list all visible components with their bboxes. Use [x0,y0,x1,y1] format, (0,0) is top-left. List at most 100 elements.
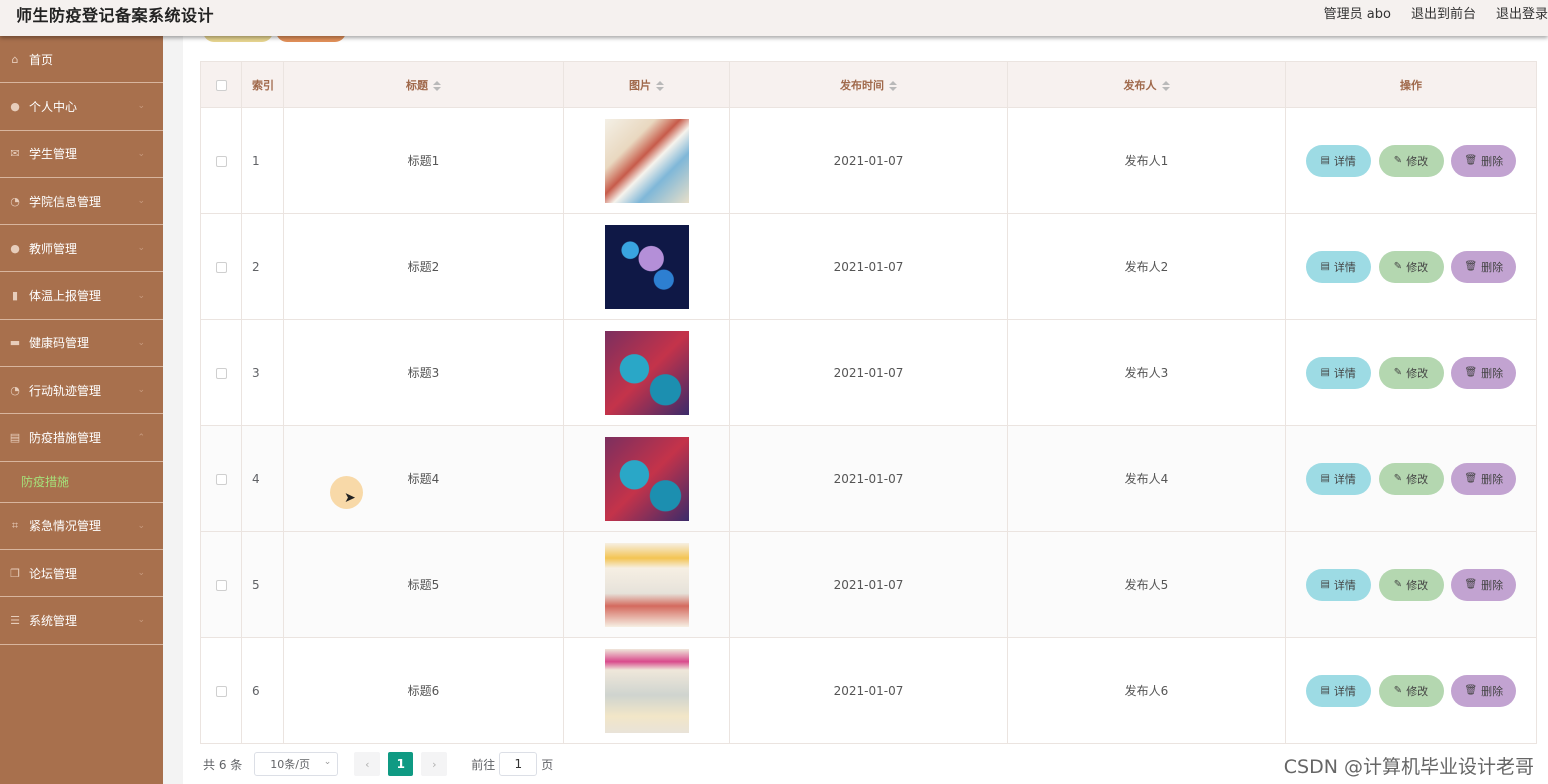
pencil-icon: ✎ [1393,473,1403,484]
sidebar-item-forum[interactable]: ❐ 论坛管理 ⌄ [0,550,163,598]
sidebar-subitem-prevention-measures[interactable]: 防疫措施 [0,462,163,503]
document-icon: ▤ [1320,685,1330,696]
sort-icon[interactable] [1161,80,1170,91]
sidebar-item-home[interactable]: ⌂ 首页 [0,36,163,84]
sort-icon[interactable] [433,80,441,91]
col-title[interactable]: 标题 [283,61,564,108]
row-title: 标题5 [283,531,564,638]
row-title: 标题6 [283,637,564,744]
to-front-link[interactable]: 退出到前台 [1411,3,1476,22]
edit-button[interactable]: ✎ 修改 [1378,674,1444,707]
row-publish-time: 2021-01-07 [729,637,1008,744]
sidebar-item-personal-center[interactable]: ● 个人中心 ⌄ [0,83,163,131]
sidebar-item-college[interactable]: ◔ 学院信息管理 ⌄ [0,178,163,226]
edit-button[interactable]: ✎ 修改 [1378,568,1444,601]
sidebar-item-label: 教师管理 [29,241,78,256]
chevron-right-icon: › [432,757,437,771]
list-icon: ☰ [10,613,20,627]
admin-label: 管理员 abo [1323,7,1391,22]
row-publisher: 发布人6 [1007,637,1286,744]
row-image[interactable] [604,224,689,309]
document-icon: ▤ [1320,473,1330,484]
data-table: 索引 标题 图片 发布时间 发布人 操作 1 标题1 2021-01-07 发布… [200,61,1537,744]
delete-button[interactable]: 🗑 删除 [1451,462,1517,495]
sidebar-item-teacher[interactable]: ● 教师管理 ⌄ [0,225,163,273]
delete-button[interactable]: 🗑 删除 [1451,356,1517,389]
clock-icon: ◔ [10,383,20,397]
detail-button[interactable]: ▤ 详情 [1305,144,1371,177]
row-image[interactable] [604,330,689,415]
chevron-down-icon: ⌄ [137,243,145,254]
row-checkbox[interactable] [215,367,227,379]
trash-icon: 🗑 [1464,579,1478,590]
home-icon: ⌂ [11,52,19,66]
detail-button[interactable]: ▤ 详情 [1305,674,1371,707]
page-size-select[interactable]: 10条/页 ⌄ [254,752,339,776]
row-title: 标题4 [283,425,564,532]
table-row: 3 标题3 2021-01-07 发布人3 ▤ 详情 ✎ 修改 🗑 删除 [200,319,1537,426]
detail-button[interactable]: ▤ 详情 [1305,250,1371,283]
sidebar-item-label: 系统管理 [29,613,78,628]
logout-link[interactable]: 退出登录 [1496,3,1548,22]
row-image[interactable] [604,648,689,733]
detail-button[interactable]: ▤ 详情 [1305,356,1371,389]
select-all-checkbox[interactable] [215,79,227,91]
row-checkbox[interactable] [215,473,227,485]
header-actions: 管理员 abo 退出到前台 退出登录 [1324,3,1548,22]
sidebar-item-trajectory[interactable]: ◔ 行动轨迹管理 ⌄ [0,367,163,415]
sidebar-item-temperature[interactable]: ▮ 体温上报管理 ⌄ [0,272,163,320]
chevron-down-icon: ⌄ [137,148,145,159]
sidebar-item-health-code[interactable]: ▬ 健康码管理 ⌄ [0,320,163,368]
edit-button[interactable]: ✎ 修改 [1378,462,1444,495]
document-icon: ▤ [1320,155,1330,166]
prev-page-button[interactable]: ‹ [354,752,381,776]
row-image[interactable] [604,436,689,521]
edit-button[interactable]: ✎ 修改 [1378,356,1444,389]
delete-button[interactable]: 🗑 删除 [1451,674,1517,707]
row-index: 3 [241,319,284,426]
chevron-left-icon: ‹ [365,757,370,771]
document-icon: ▤ [1320,367,1330,378]
next-page-button[interactable]: › [421,752,448,776]
pencil-icon: ✎ [1393,261,1403,272]
row-checkbox[interactable] [215,579,227,591]
delete-button[interactable]: 🗑 删除 [1451,144,1517,177]
edit-button[interactable]: ✎ 修改 [1378,144,1444,177]
row-checkbox[interactable] [215,155,227,167]
sort-icon[interactable] [656,80,664,91]
col-image[interactable]: 图片 [563,61,730,108]
row-index: 2 [241,213,284,320]
detail-button[interactable]: ▤ 详情 [1305,568,1371,601]
edit-button[interactable]: ✎ 修改 [1378,250,1444,283]
detail-button[interactable]: ▤ 详情 [1305,462,1371,495]
col-publish-time[interactable]: 发布时间 [729,61,1008,108]
document-icon: ▤ [1320,261,1330,272]
sidebar-item-label: 防疫措施管理 [29,431,102,446]
delete-button[interactable]: 🗑 删除 [1451,250,1517,283]
sidebar-item-label: 体温上报管理 [29,289,102,304]
col-publisher[interactable]: 发布人 [1007,61,1286,108]
sidebar-item-system[interactable]: ☰ 系统管理 ⌄ [0,597,163,645]
row-index: 6 [241,637,284,744]
goto-page-input[interactable]: 1 [499,752,538,776]
sort-icon[interactable] [889,80,897,91]
main-content: 索引 标题 图片 发布时间 发布人 操作 1 标题1 2021-01-07 发布… [163,20,1548,784]
user-icon: ● [10,99,20,113]
row-publisher: 发布人2 [1007,213,1286,320]
table-row: 2 标题2 2021-01-07 发布人2 ▤ 详情 ✎ 修改 🗑 删除 [200,213,1537,320]
sidebar-item-student[interactable]: ✉ 学生管理 ⌄ [0,131,163,178]
document-icon: ▤ [1320,579,1330,590]
chevron-down-icon: ⌄ [137,615,145,626]
row-image[interactable] [604,542,689,627]
row-title: 标题3 [283,319,564,426]
copy-icon: ❐ [10,566,20,580]
row-checkbox[interactable] [215,685,227,697]
row-publish-time: 2021-01-07 [729,425,1008,532]
delete-button[interactable]: 🗑 删除 [1451,568,1517,601]
row-checkbox[interactable] [215,261,227,273]
sidebar-item-prevention[interactable]: ▤ 防疫措施管理 ⌃ [0,414,163,462]
sidebar-item-label: 论坛管理 [29,566,78,581]
row-image[interactable] [604,118,689,203]
sidebar-item-emergency[interactable]: ⌗ 紧急情况管理 ⌄ [0,503,163,550]
page-number-current[interactable]: 1 [388,752,414,776]
